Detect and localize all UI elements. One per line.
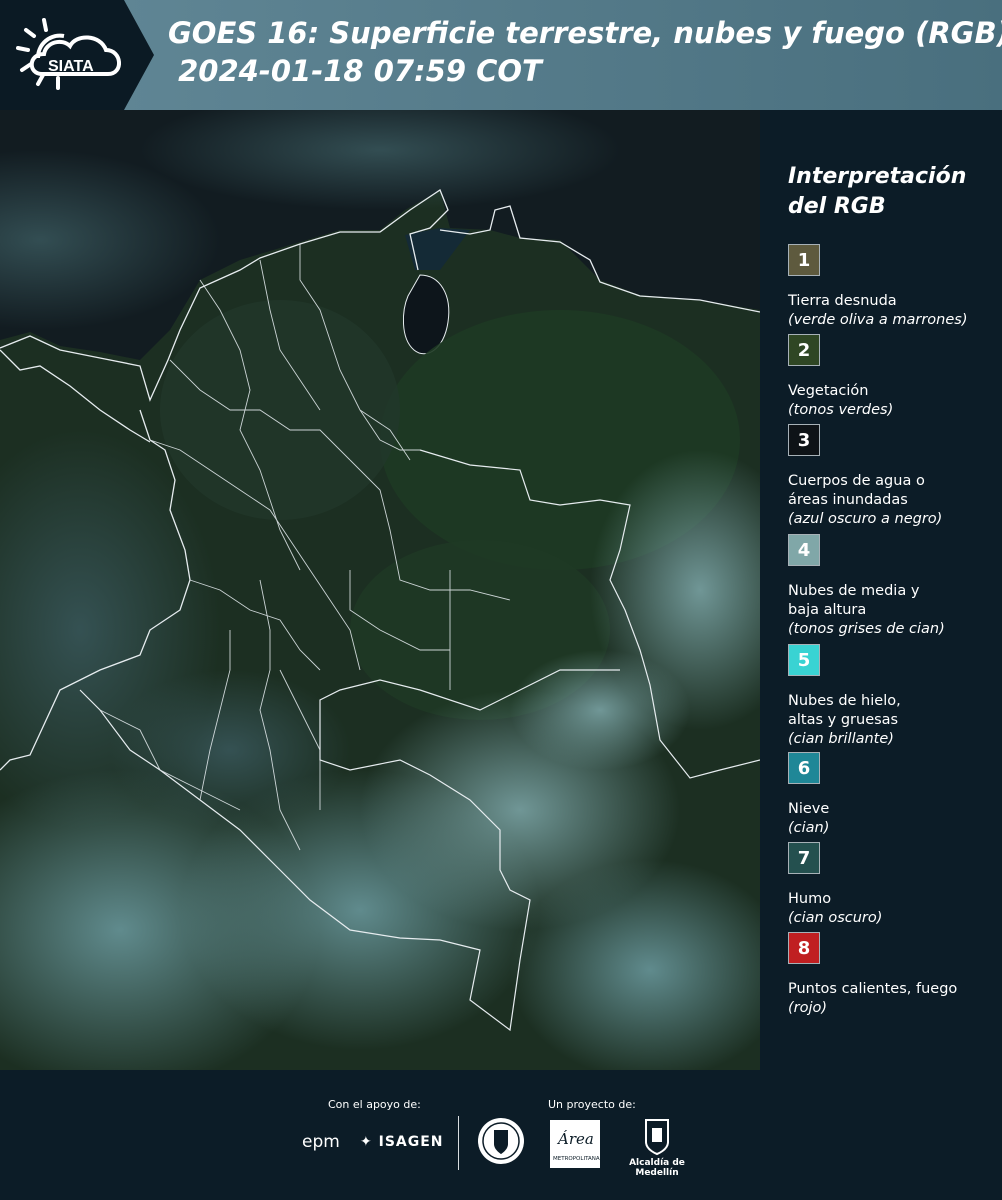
legend-label: Humo — [788, 891, 832, 907]
support-label: Con el apoyo de: — [328, 1098, 421, 1111]
footer-divider — [458, 1116, 459, 1170]
alcaldia-medellin-logo: Alcaldía de Medellín — [612, 1116, 702, 1178]
header: SIATA GOES 16: Superficie terrestre, nub… — [0, 0, 1002, 110]
legend-swatch: 5 — [788, 644, 820, 676]
legend-label: Puntos calientes, fuego — [788, 981, 958, 997]
satellite-image — [0, 110, 760, 1070]
epm-logo: epm — [302, 1132, 340, 1152]
legend-label: Nubes de media y baja altura — [788, 583, 920, 618]
legend-title: Interpretación del RGB — [788, 164, 967, 219]
legend-swatch: 3 — [788, 424, 820, 456]
legend-swatch: 4 — [788, 534, 820, 566]
legend-item-ice-clouds: 5 Nubes de hielo, altas y gruesas (cian … — [788, 644, 998, 749]
legend-item-water: 3 Cuerpos de agua o áreas inundadas (azu… — [788, 424, 998, 529]
university-seal-icon — [478, 1118, 524, 1164]
isagen-text: ISAGEN — [378, 1134, 444, 1150]
isagen-mark-icon: ✦ — [360, 1134, 373, 1150]
legend-sublabel: (rojo) — [788, 1000, 828, 1016]
legend-item-bare-land: 1 Tierra desnuda (verde oliva a marrones… — [788, 244, 998, 330]
legend-item-vegetation: 2 Vegetación (tonos verdes) — [788, 334, 998, 420]
legend-label: Cuerpos de agua o áreas inundadas — [788, 473, 925, 508]
coat-of-arms-icon — [645, 1119, 669, 1156]
legend-item-low-clouds: 4 Nubes de media y baja altura (tonos gr… — [788, 534, 998, 639]
siata-logo: SIATA — [16, 18, 121, 90]
title-line-1: GOES 16: Superficie terrestre, nubes y f… — [168, 16, 1002, 50]
legend-sublabel: (verde oliva a marrones) — [788, 312, 968, 328]
legend-sublabel: (cian) — [788, 820, 830, 836]
legend-item-smoke: 7 Humo (cian oscuro) — [788, 842, 998, 928]
legend-label: Tierra desnuda — [788, 293, 897, 309]
footer: Con el apoyo de: Un proyecto de: epm ✦ I… — [0, 1070, 1002, 1200]
legend-item-snow: 6 Nieve (cian) — [788, 752, 998, 838]
isagen-logo: ✦ ISAGEN — [360, 1134, 444, 1150]
siata-logo-text: SIATA — [48, 58, 94, 75]
legend-label: Nieve — [788, 801, 830, 817]
alcaldia-name: Alcaldía de Medellín — [629, 1158, 685, 1178]
svg-text:METROPOLITANA: METROPOLITANA — [553, 1156, 600, 1162]
legend-swatch: 2 — [788, 334, 820, 366]
legend-sublabel: (azul oscuro a negro) — [788, 511, 943, 527]
legend-swatch: 7 — [788, 842, 820, 874]
page-title: GOES 16: Superficie terrestre, nubes y f… — [168, 14, 1002, 90]
legend-sublabel: (cian brillante) — [788, 731, 894, 747]
legend-swatch: 1 — [788, 244, 820, 276]
legend-sublabel: (tonos grises de cian) — [788, 621, 945, 637]
legend-label: Vegetación — [788, 383, 869, 399]
project-label: Un proyecto de: — [548, 1098, 636, 1111]
legend-sublabel: (tonos verdes) — [788, 402, 894, 418]
legend-panel: Interpretación del RGB 1 Tierra desnuda … — [760, 110, 1002, 1070]
legend-label: Nubes de hielo, altas y gruesas — [788, 693, 901, 728]
satellite-map[interactable] — [0, 110, 760, 1070]
legend-swatch: 6 — [788, 752, 820, 784]
legend-item-fire: 8 Puntos calientes, fuego (rojo) — [788, 932, 998, 1018]
legend-sublabel: (cian oscuro) — [788, 910, 883, 926]
area-metropolitana-logo: Área METROPOLITANA — [550, 1120, 600, 1168]
svg-text:Área: Área — [556, 1130, 594, 1148]
legend-swatch: 8 — [788, 932, 820, 964]
title-line-2: 2024-01-18 07:59 COT — [168, 54, 542, 88]
